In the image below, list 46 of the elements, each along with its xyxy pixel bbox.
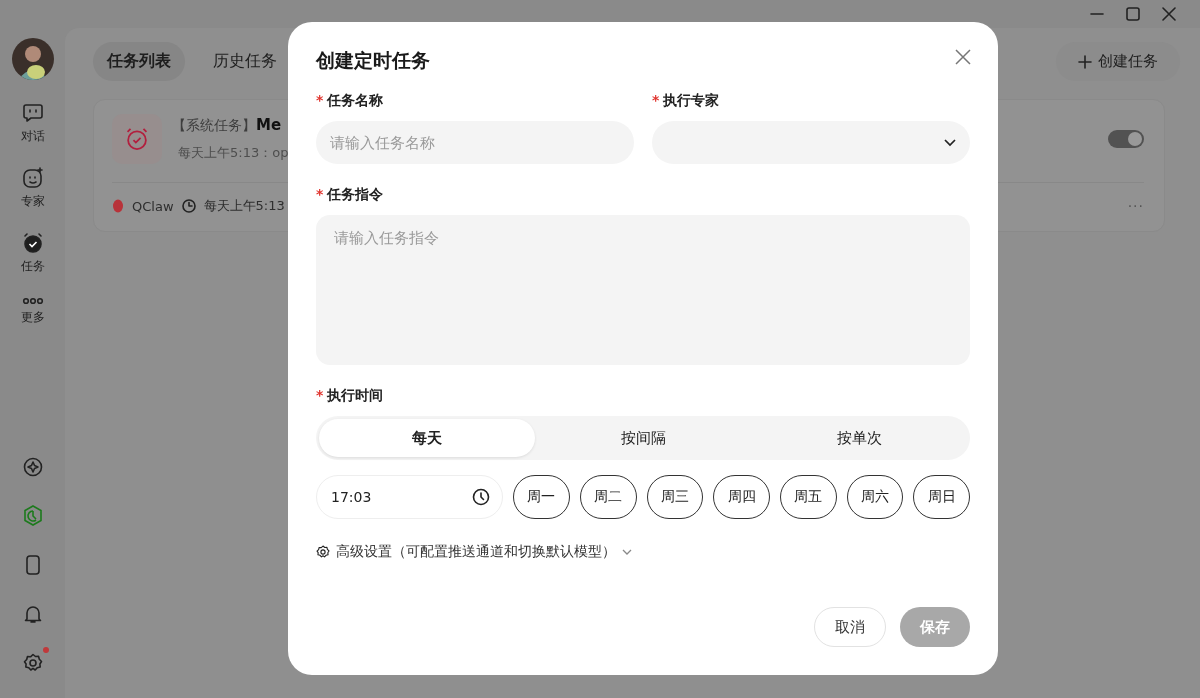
smiley-icon [21,167,44,189]
field-label: * 执行专家 [652,92,721,110]
tab[interactable]: 历史任务 [199,42,291,81]
nav-label: 任务 [20,258,45,275]
cancel-button[interactable]: 取消 [814,607,886,647]
alarm-check-icon [124,126,150,152]
more-dots-icon [21,297,44,305]
bell-icon[interactable] [23,604,42,624]
sidebar-nav-item[interactable]: 更多 [20,297,45,326]
clock-icon [181,199,196,213]
field-label: * 执行时间 [316,387,385,405]
plus-icon [1078,54,1092,69]
task-title: 【系统任务】Me [172,116,283,135]
schedule-mode-option[interactable]: 按间隔 [535,419,751,457]
task-schedule: 每天上午5:13：op [178,144,289,162]
close-icon[interactable] [1162,7,1176,21]
sidebar-nav-item[interactable]: 对话 [20,102,45,145]
nav-label: 更多 [20,309,45,326]
maximize-icon[interactable] [1126,7,1140,21]
gear-icon [316,545,330,559]
phone-icon[interactable] [24,554,41,576]
tab[interactable]: 任务列表 [93,42,185,81]
schedule-mode-option[interactable]: 每天 [319,419,535,457]
advanced-settings-link[interactable]: 高级设置（可配置推送通道和切换默认模型） [316,543,970,561]
task-instruction-field[interactable]: 请输入任务指令 [316,215,970,365]
compass-icon[interactable] [22,457,43,477]
toggle-switch[interactable] [1108,130,1144,148]
nav-label: 专家 [20,193,45,210]
close-icon[interactable] [954,48,972,66]
chevron-down-icon [622,549,632,555]
task-name-field[interactable]: 请输入任务名称 [316,121,634,164]
field-label: * 任务指令 [316,186,385,204]
sidebar-nav-item[interactable]: 专家 [20,167,45,210]
task-time: 每天上午5:13 [203,197,285,215]
chevron-down-icon [944,138,956,147]
schedule-mode-option[interactable]: 按单次 [751,419,967,457]
avatar[interactable] [11,38,54,80]
field-label: * 任务名称 [316,92,385,110]
clock-icon [472,488,491,506]
alarm-check-icon [21,232,44,254]
dialog-title: 创建定时任务 [316,48,430,73]
agent-name: QClaw [132,198,174,214]
settings-icon[interactable] [22,653,43,673]
sidebar-nav-item[interactable]: 任务 [20,232,45,275]
nav-label: 对话 [20,128,45,145]
chat-bubble-icon [21,102,44,124]
